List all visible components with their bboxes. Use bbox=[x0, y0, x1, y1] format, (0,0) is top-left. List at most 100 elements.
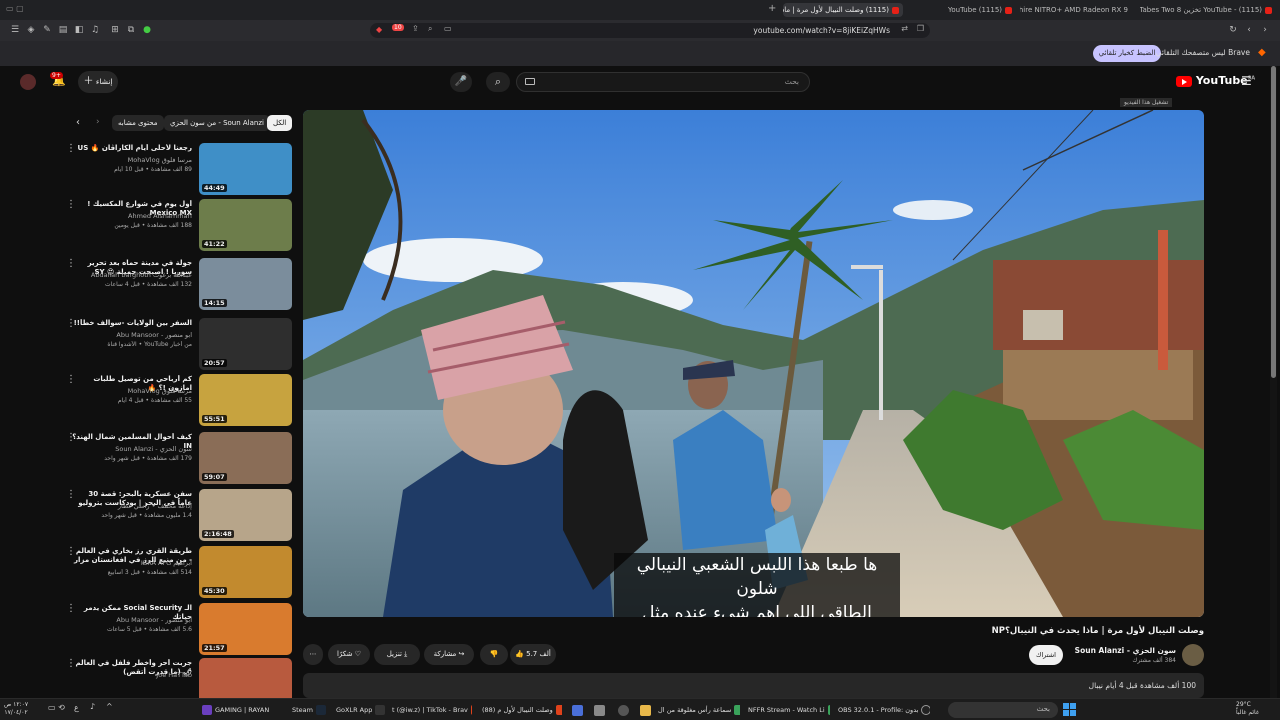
chips-scroll-right-icon[interactable]: › bbox=[96, 117, 100, 127]
keyboard-icon[interactable] bbox=[525, 78, 535, 85]
menu-icon[interactable]: ☰ bbox=[10, 24, 20, 36]
more-options-icon[interactable]: ⋮ bbox=[66, 432, 76, 443]
tab-sapphire[interactable]: Sapphire NITRO+ AMD Radeon RX 9 bbox=[1020, 3, 1132, 17]
shield-icon[interactable]: ◈ bbox=[26, 24, 36, 36]
tab-tabes[interactable]: YouTube - (1115) تخزين 8 Tabes Two مع أج… bbox=[1140, 3, 1276, 17]
taskbar-item-headset[interactable]: سماعة رأس مغلوقة من ال bbox=[658, 703, 740, 717]
download-button[interactable]: تنزيل ⤓ bbox=[374, 644, 420, 665]
translate-icon[interactable]: ⇄ bbox=[901, 24, 908, 33]
tray-overflow-icon[interactable]: ^ bbox=[106, 702, 113, 711]
related-video-channel[interactable]: ابو منصور - Abu Mansoor bbox=[72, 616, 192, 624]
more-options-icon[interactable]: ⋮ bbox=[66, 603, 76, 614]
reload-icon[interactable]: ↻ bbox=[1228, 24, 1238, 36]
app-icon[interactable] bbox=[572, 705, 583, 716]
related-video-channel[interactable]: Joe HaTTab bbox=[72, 671, 192, 679]
windows-start-icon[interactable] bbox=[1063, 703, 1076, 716]
weather-widget[interactable]: 29°C غائم غالباً bbox=[1236, 701, 1259, 717]
set-default-button[interactable]: الضبط كخيار تلقائي bbox=[1093, 45, 1161, 62]
video-thumbnail[interactable]: 14:15 bbox=[199, 258, 292, 310]
related-video-item[interactable]: 44:49 رجعنا لأحلى أيام الكاراڤان 🔥 US مرسا… bbox=[66, 143, 292, 201]
new-tab-button[interactable]: + bbox=[768, 3, 776, 14]
guide-menu-icon[interactable]: ☰ bbox=[1241, 74, 1252, 88]
sidebar-icon[interactable]: ▤ bbox=[58, 24, 68, 36]
video-player[interactable]: ها طبعا هذا اللبس الشعبي النيبالي شلون ا… bbox=[303, 110, 1204, 617]
taskbar-item-stream[interactable]: NFFR Stream - Watch Li bbox=[748, 703, 830, 717]
related-video-item[interactable]: 20:57 السفر بين الولايات -سوالف خطأ!! ابو … bbox=[66, 318, 292, 376]
taskbar-item-tiktok[interactable]: t (@iw.z) | TikTok - Brav bbox=[392, 703, 472, 717]
app-icon[interactable] bbox=[618, 705, 629, 716]
related-video-channel[interactable]: Ahmed Alshammari bbox=[72, 212, 192, 220]
search-input[interactable]: بحث bbox=[516, 72, 810, 92]
related-video-item[interactable]: 55:51 كم أرباحي من توصيل طلبات امازون !؟ … bbox=[66, 374, 292, 432]
more-options-icon[interactable]: ⋮ bbox=[66, 374, 76, 385]
more-options-icon[interactable]: ⋮ bbox=[66, 199, 76, 210]
related-video-channel[interactable]: إذاعة مختلف • رأسي غطار bbox=[72, 502, 192, 510]
chip-similar[interactable]: محتوى مشابه bbox=[112, 115, 164, 131]
language-indicator[interactable]: ع bbox=[74, 703, 79, 712]
related-video-item[interactable]: 21:57 الـ Social Security ممكن يدمر حياتك… bbox=[66, 603, 292, 661]
url-text[interactable]: youtube.com/watch?v=8jiKEiZqHWs bbox=[753, 25, 890, 36]
related-video-channel[interactable]: مرسا فلوق MohaVlog bbox=[72, 387, 192, 395]
related-video-item[interactable]: 14:15 جولة في مدينة حماه بعد تحرير سوريا … bbox=[66, 258, 292, 316]
share-icon[interactable]: ⇪ bbox=[412, 24, 419, 33]
scrollbar-thumb[interactable] bbox=[1271, 66, 1276, 378]
split-view-icon[interactable]: ◧ bbox=[74, 24, 84, 36]
video-thumbnail[interactable]: 44:49 bbox=[199, 143, 292, 195]
chips-scroll-left-icon[interactable]: ‹ bbox=[76, 117, 80, 128]
window-controls-icon[interactable]: ▭ ▢ bbox=[6, 4, 24, 13]
music-icon[interactable]: ♫ bbox=[90, 24, 100, 36]
more-options-icon[interactable]: ⋮ bbox=[66, 546, 76, 557]
related-video-title[interactable]: السفر بين الولايات -سوالف خطأ!! bbox=[72, 319, 192, 328]
zoom-icon[interactable]: ⌕ bbox=[428, 24, 432, 34]
video-thumbnail[interactable]: 21:57 bbox=[199, 603, 292, 655]
brave-shield-icon[interactable]: ◆ bbox=[376, 25, 382, 34]
vpn-icon[interactable]: ● bbox=[142, 24, 152, 36]
related-video-channel[interactable]: ابو منصور - Abu Mansoor bbox=[72, 331, 192, 339]
chip-channel[interactable]: من سون الحزي - Soun Alanzi bbox=[164, 115, 270, 131]
extensions-icon[interactable]: ⊞ bbox=[110, 24, 120, 36]
thanks-button[interactable]: شكرًا ♡ bbox=[328, 644, 370, 665]
video-thumbnail[interactable]: 45:30 bbox=[199, 546, 292, 598]
folder-icon[interactable] bbox=[640, 705, 651, 716]
tab-youtube[interactable]: YouTube (1115) bbox=[906, 3, 1016, 17]
forward-icon[interactable]: › bbox=[1260, 24, 1270, 36]
tray-icons[interactable]: ▭ ⟲ bbox=[48, 703, 65, 712]
search-icon[interactable]: ⌕ bbox=[486, 72, 510, 92]
more-actions-button[interactable]: ⋯ bbox=[303, 644, 323, 665]
video-thumbnail[interactable]: 59:07 bbox=[199, 432, 292, 484]
volume-icon[interactable]: ♪ bbox=[90, 702, 95, 711]
screen-icon[interactable]: ▭ bbox=[444, 24, 452, 33]
related-video-item[interactable]: 59:07 كيف أحوال المسلمين شمال الهند؟IN سون… bbox=[66, 432, 292, 490]
voice-search-icon[interactable]: 🎤 bbox=[450, 72, 472, 92]
related-video-item[interactable]: 2:16:48 سفن عسكرية بالبحر: قصة 30 عاماً ف… bbox=[66, 489, 292, 547]
channel-avatar[interactable] bbox=[1182, 644, 1204, 666]
related-video-channel[interactable]: مرسا فلوق MohaVlog bbox=[72, 156, 192, 164]
more-options-icon[interactable]: ⋮ bbox=[66, 658, 76, 669]
taskbar-item-goxlr[interactable]: GoXLR App bbox=[336, 703, 386, 717]
more-options-icon[interactable]: ⋮ bbox=[66, 258, 76, 269]
chip-all[interactable]: الكل bbox=[267, 115, 293, 131]
more-options-icon[interactable]: ⋮ bbox=[66, 143, 76, 154]
taskbar-search[interactable]: بحث bbox=[948, 702, 1058, 718]
mail-icon[interactable] bbox=[594, 705, 605, 716]
related-video-title[interactable]: رجعنا لأحلى أيام الكاراڤان 🔥 US bbox=[72, 144, 192, 153]
taskbar-item-steam[interactable]: Steam bbox=[292, 703, 332, 717]
create-button[interactable]: ＋ إنشاء bbox=[78, 71, 118, 93]
bookmark-icon[interactable]: ❒ bbox=[917, 24, 924, 33]
taskbar-item-gaming[interactable]: GAMING | RAYAN bbox=[202, 703, 276, 717]
taskbar-item-obs[interactable]: OBS 32.0.1 - Profile: بدون bbox=[838, 703, 930, 717]
related-video-item[interactable]: 41:22 أول يوم في شوارع المكسيك ! Mexico M… bbox=[66, 199, 292, 257]
video-thumbnail[interactable]: 20:57 bbox=[199, 318, 292, 370]
subscribe-button[interactable]: اشتراك bbox=[1029, 645, 1063, 665]
share-button[interactable]: مشاركة ↪ bbox=[424, 644, 474, 665]
video-thumbnail[interactable]: 41:22 bbox=[199, 199, 292, 251]
taskbar-clock[interactable]: ١٢:٠٧ ص ١٧/٠٤/٠٢ bbox=[4, 701, 28, 717]
description-box[interactable]: 100 ألف مشاهدة قبل 4 أيام نيبال bbox=[303, 673, 1204, 698]
like-button[interactable]: 👍 5.7 ألف bbox=[510, 644, 556, 665]
related-video-channel[interactable]: عبدالله برغوث Abdallah barghoth bbox=[72, 271, 192, 279]
dislike-button[interactable]: 👎 bbox=[480, 644, 508, 665]
related-video-channel[interactable]: سون الحزي - Soun Alanzi bbox=[72, 445, 192, 453]
related-video-channel[interactable]: ابراهيم IBRA AFG bbox=[72, 559, 192, 567]
address-bar[interactable]: ◆ 10 ⇪ ⌕ ▭ youtube.com/watch?v=8jiKEiZqH… bbox=[370, 23, 930, 38]
avatar[interactable] bbox=[20, 74, 36, 90]
